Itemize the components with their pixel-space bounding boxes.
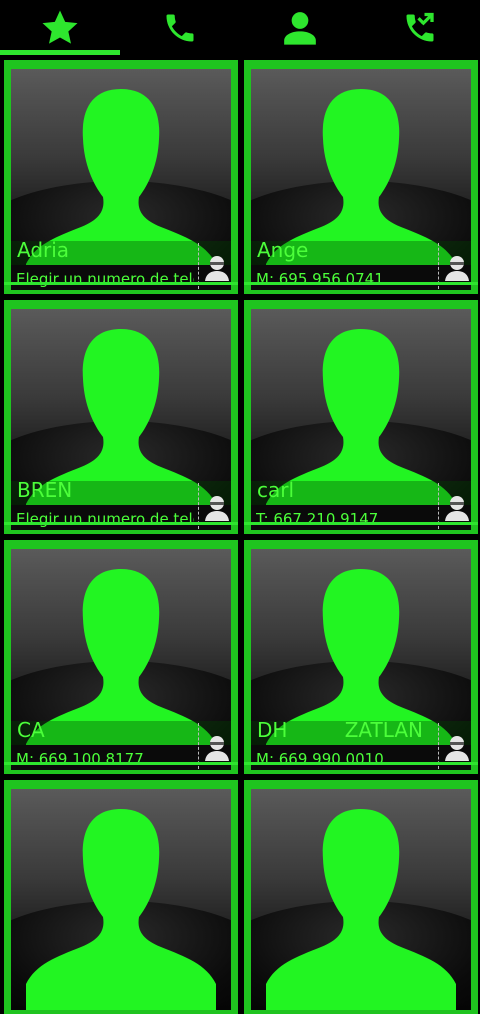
contact-name: DH (257, 718, 288, 742)
contact-photo (251, 789, 471, 1010)
contact-card[interactable]: Ange M: 695 956 0741 (244, 60, 478, 294)
contact-details-icon[interactable] (204, 254, 230, 282)
contact-name: BREN (17, 478, 73, 502)
contact-card[interactable]: DH ZATLAN M: 669 990 0010 (244, 540, 478, 774)
contact-phone: Elegir un numero de teléfo... (16, 510, 194, 528)
contact-card[interactable] (244, 780, 478, 1014)
contact-name-extra: ZATLAN (344, 718, 423, 742)
contact-name: Ange (257, 238, 309, 262)
selected-tab-indicator (0, 50, 120, 55)
contact-phone: Elegir un numero de teléfo... (16, 270, 194, 288)
contact-name: CA (17, 718, 45, 742)
contact-photo: DH ZATLAN M: 669 990 0010 (251, 549, 471, 770)
tab-contacts[interactable] (240, 0, 360, 56)
star-icon (42, 10, 78, 44)
contact-details-icon[interactable] (204, 494, 230, 522)
contact-card[interactable]: CA M: 669 100 8177 (4, 540, 238, 774)
contact-photo: BREN Elegir un numero de teléfo... (11, 309, 231, 530)
default-avatar-icon (26, 809, 216, 1010)
tab-bar (0, 0, 480, 56)
tab-phone[interactable] (120, 0, 240, 56)
call-log-icon (406, 12, 434, 42)
contact-card[interactable]: carl T: 667 210 9147 (244, 300, 478, 534)
contact-card[interactable]: BREN Elegir un numero de teléfo... (4, 300, 238, 534)
person-icon (284, 12, 316, 45)
contact-photo: Adria Elegir un numero de teléfo... (11, 69, 231, 290)
contact-name: carl (257, 478, 295, 502)
phone-icon (166, 14, 194, 42)
contact-photo: Ange M: 695 956 0741 (251, 69, 471, 290)
tab-call-log[interactable] (360, 0, 480, 56)
contact-details-icon[interactable] (204, 734, 230, 762)
contact-card[interactable]: Adria Elegir un numero de teléfo... (4, 60, 238, 294)
contact-details-icon[interactable] (444, 254, 470, 282)
default-avatar-icon (266, 809, 456, 1010)
contact-details-icon[interactable] (444, 494, 470, 522)
contact-name: Adria (17, 238, 70, 262)
contact-photo: CA M: 669 100 8177 (11, 549, 231, 770)
contact-phone: M: 695 956 0741 (256, 270, 384, 288)
contact-photo (11, 789, 231, 1010)
contact-phone: M: 669 100 8177 (16, 750, 144, 768)
tab-favorites[interactable] (0, 0, 120, 56)
contact-phone: T: 667 210 9147 (256, 510, 379, 528)
contact-photo: carl T: 667 210 9147 (251, 309, 471, 530)
contact-details-icon[interactable] (444, 734, 470, 762)
contact-phone: M: 669 990 0010 (256, 750, 384, 768)
contact-card[interactable] (4, 780, 238, 1014)
